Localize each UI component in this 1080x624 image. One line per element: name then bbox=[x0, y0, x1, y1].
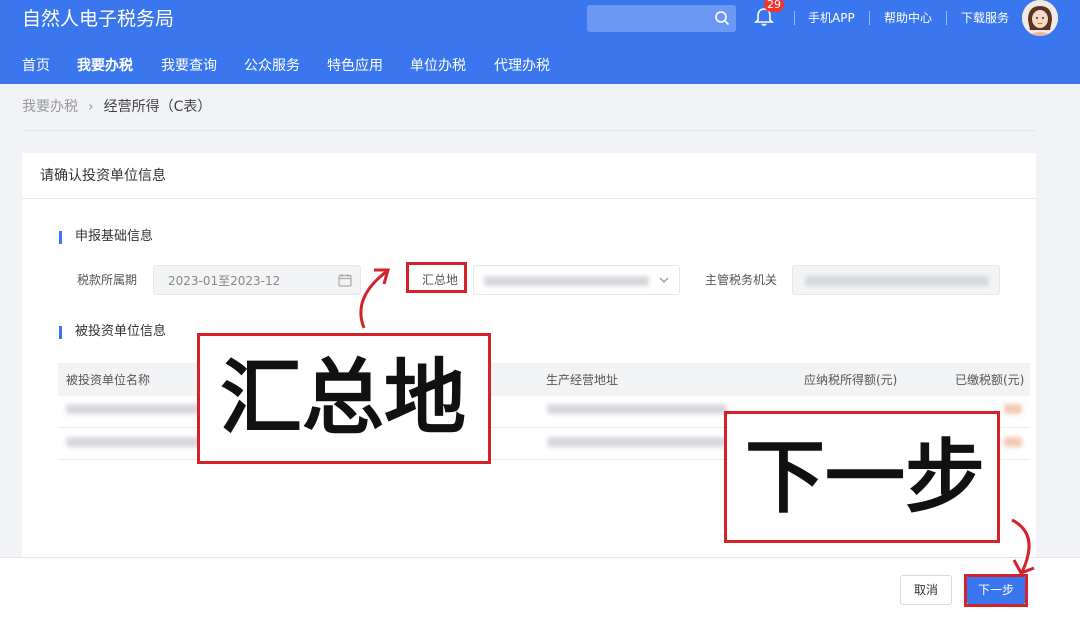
table-row bbox=[1004, 404, 1022, 414]
search-input[interactable] bbox=[587, 5, 736, 32]
blurred-value bbox=[484, 276, 649, 286]
section-basic-info: 申报基础信息 bbox=[59, 228, 153, 246]
table-row bbox=[547, 404, 727, 414]
download-service-link[interactable]: 下载服务 bbox=[961, 9, 1009, 27]
divider bbox=[946, 11, 947, 25]
section-invested-info: 被投资单位信息 bbox=[59, 323, 166, 341]
nav-featured-apps[interactable]: 特色应用 bbox=[327, 56, 383, 76]
app-title: 自然人电子税务局 bbox=[22, 8, 175, 30]
location-select[interactable] bbox=[473, 265, 680, 295]
breadcrumb-home[interactable]: 我要办税 bbox=[22, 99, 78, 115]
chevron-down-icon[interactable] bbox=[659, 275, 669, 285]
card-title: 请确认投资单位信息 bbox=[40, 168, 166, 184]
period-value: 2023-01至2023-12 bbox=[168, 274, 281, 288]
nav-agent-tax[interactable]: 代理办税 bbox=[494, 56, 550, 76]
top-header: 自然人电子税务局 29 手机APP 帮助中心 下载服务 首页 我要办税 我要查询… bbox=[0, 0, 1080, 84]
column-header: 已缴税额(元) bbox=[955, 373, 1025, 387]
authority-label: 主管税务机关 bbox=[705, 273, 778, 287]
blurred-value bbox=[805, 276, 989, 286]
period-label: 税款所属期 bbox=[77, 273, 138, 287]
period-field[interactable]: 2023-01至2023-12 bbox=[153, 265, 361, 295]
divider bbox=[794, 11, 795, 25]
search-icon[interactable] bbox=[714, 10, 730, 26]
breadcrumb-current: 经营所得（C表） bbox=[103, 99, 212, 115]
authority-field bbox=[792, 265, 1000, 295]
divider bbox=[22, 130, 1035, 131]
nav-unit-tax[interactable]: 单位办税 bbox=[410, 56, 466, 76]
curved-arrow-icon bbox=[359, 268, 390, 329]
footer-bar: 取消 下一步 bbox=[0, 557, 1080, 624]
table-row bbox=[66, 404, 206, 414]
location-callout-text: 汇总地 bbox=[220, 351, 467, 446]
table-row bbox=[1004, 437, 1022, 447]
nav-home[interactable]: 首页 bbox=[22, 56, 50, 76]
location-label-highlight bbox=[406, 262, 467, 293]
cancel-button[interactable]: 取消 bbox=[900, 575, 952, 605]
next-callout-text: 下一步 bbox=[745, 431, 985, 524]
nav-query[interactable]: 我要查询 bbox=[161, 56, 217, 76]
nav-tax-handling[interactable]: 我要办税 bbox=[77, 56, 133, 76]
help-center-link[interactable]: 帮助中心 bbox=[884, 9, 932, 27]
mobile-app-link[interactable]: 手机APP bbox=[808, 9, 855, 27]
column-header: 被投资单位名称 bbox=[66, 373, 151, 387]
column-header: 应纳税所得额(元) bbox=[804, 373, 898, 387]
avatar[interactable] bbox=[1022, 0, 1058, 36]
breadcrumb-separator: › bbox=[88, 99, 94, 115]
nav-public-service[interactable]: 公众服务 bbox=[244, 56, 300, 76]
table-row bbox=[66, 437, 206, 447]
location-callout: 汇总地 bbox=[197, 333, 491, 464]
divider bbox=[869, 11, 870, 25]
table-row bbox=[547, 437, 727, 447]
breadcrumb: 我要办税 › 经营所得（C表） bbox=[22, 97, 211, 117]
column-header: 生产经营地址 bbox=[546, 373, 619, 387]
divider bbox=[22, 198, 1036, 199]
avatar-icon bbox=[1022, 0, 1058, 36]
next-callout: 下一步 bbox=[724, 411, 1000, 543]
notification-badge: 29 bbox=[764, 0, 784, 12]
curved-arrow-icon bbox=[1011, 518, 1035, 575]
